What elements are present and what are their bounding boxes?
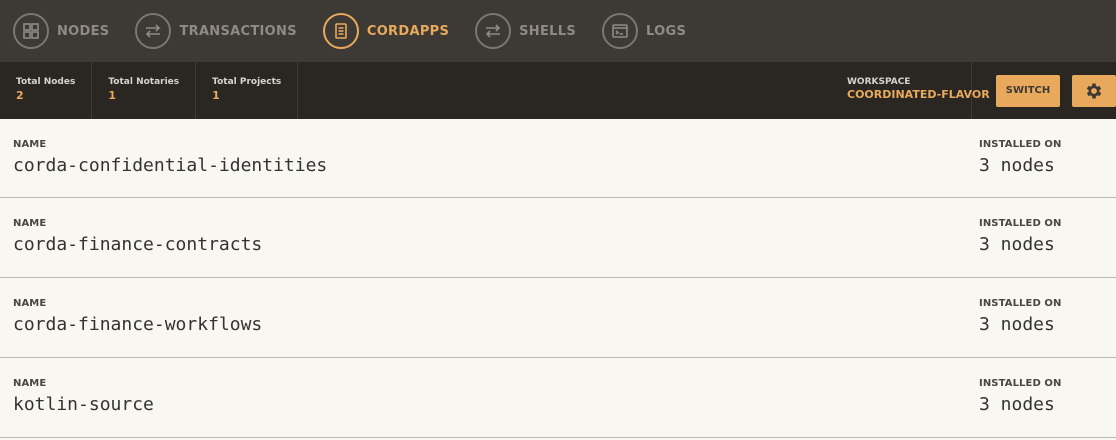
nav-item-nodes[interactable]: NODES [13, 13, 109, 49]
installed-column: INSTALLED ON 3 nodes [979, 298, 1116, 357]
stat-label: Total Notaries [108, 77, 180, 87]
name-column: NAME corda-confidential-identities [13, 139, 327, 197]
stat-total-projects: Total Projects 1 [196, 62, 299, 119]
name-label: NAME [13, 378, 47, 389]
installed-count: 3 nodes [979, 234, 1055, 255]
workspace-name: COORDINATED-FLAVOR [847, 88, 990, 101]
cordapp-name: corda-confidential-identities [13, 155, 328, 176]
installed-label: INSTALLED ON [979, 218, 1062, 229]
cordapp-name: corda-finance-workflows [13, 314, 263, 335]
name-label: NAME [13, 298, 47, 309]
stat-label: Total Projects [212, 77, 282, 87]
stat-value: 2 [16, 89, 24, 102]
installed-label: INSTALLED ON [979, 298, 1062, 309]
installed-count: 3 nodes [979, 155, 1055, 176]
settings-button[interactable] [1072, 74, 1116, 107]
nav-item-shells[interactable]: SHELLS [475, 13, 576, 49]
nav-label: SHELLS [519, 23, 576, 39]
name-column: NAME corda-finance-workflows [13, 298, 262, 357]
nav-label: LOGS [646, 23, 687, 39]
installed-count: 3 nodes [979, 394, 1055, 415]
stats-bar: Total Nodes 2 Total Notaries 1 Total Pro… [0, 62, 1116, 119]
installed-column: INSTALLED ON 3 nodes [979, 378, 1116, 437]
workspace-info: WORKSPACE COORDINATED-FLAVOR [833, 62, 990, 119]
stat-label: Total Nodes [16, 77, 76, 87]
cordapps-list: NAME corda-confidential-identities INSTA… [0, 119, 1116, 438]
stat-total-nodes: Total Nodes 2 [0, 62, 93, 119]
transfer-icon [475, 13, 512, 49]
stat-value: 1 [108, 89, 116, 102]
terminal-icon [602, 13, 638, 49]
nav-label: NODES [57, 23, 110, 39]
document-icon [322, 13, 359, 49]
installed-label: INSTALLED ON [979, 378, 1062, 389]
nav-item-transactions[interactable]: TRANSACTIONS [135, 13, 297, 49]
nav-item-logs[interactable]: LOGS [602, 13, 686, 49]
nav-label: CORDAPPS [366, 23, 450, 39]
installed-label: INSTALLED ON [979, 139, 1062, 150]
top-nav: NODES TRANSACTIONS CORDAPPS SHELLS LOGS [0, 0, 1116, 62]
workspace-label: WORKSPACE [847, 77, 911, 87]
cordapp-name: corda-finance-contracts [13, 234, 263, 255]
list-item[interactable]: NAME kotlin-source INSTALLED ON 3 nodes [0, 358, 1116, 438]
transfer-icon [135, 13, 172, 49]
name-label: NAME [13, 139, 47, 150]
name-column: NAME corda-finance-contracts [13, 218, 262, 277]
list-item[interactable]: NAME corda-confidential-identities INSTA… [0, 119, 1116, 198]
nav-item-cordapps[interactable]: CORDAPPS [322, 13, 450, 49]
name-label: NAME [13, 218, 47, 229]
installed-column: INSTALLED ON 3 nodes [979, 218, 1116, 277]
installed-count: 3 nodes [979, 314, 1055, 335]
stat-total-notaries: Total Notaries 1 [92, 62, 197, 119]
nav-label: TRANSACTIONS [179, 23, 297, 39]
list-item[interactable]: NAME corda-finance-contracts INSTALLED O… [0, 198, 1116, 278]
installed-column: INSTALLED ON 3 nodes [979, 139, 1116, 197]
switch-button[interactable]: SWITCH [996, 74, 1060, 107]
gear-icon [1086, 83, 1102, 98]
stat-value: 1 [212, 89, 220, 102]
list-item[interactable]: NAME corda-finance-workflows INSTALLED O… [0, 278, 1116, 358]
name-column: NAME kotlin-source [13, 378, 154, 437]
cordapp-name: kotlin-source [13, 394, 154, 415]
grid-icon [13, 13, 49, 49]
workspace-actions: SWITCH [972, 62, 1116, 119]
